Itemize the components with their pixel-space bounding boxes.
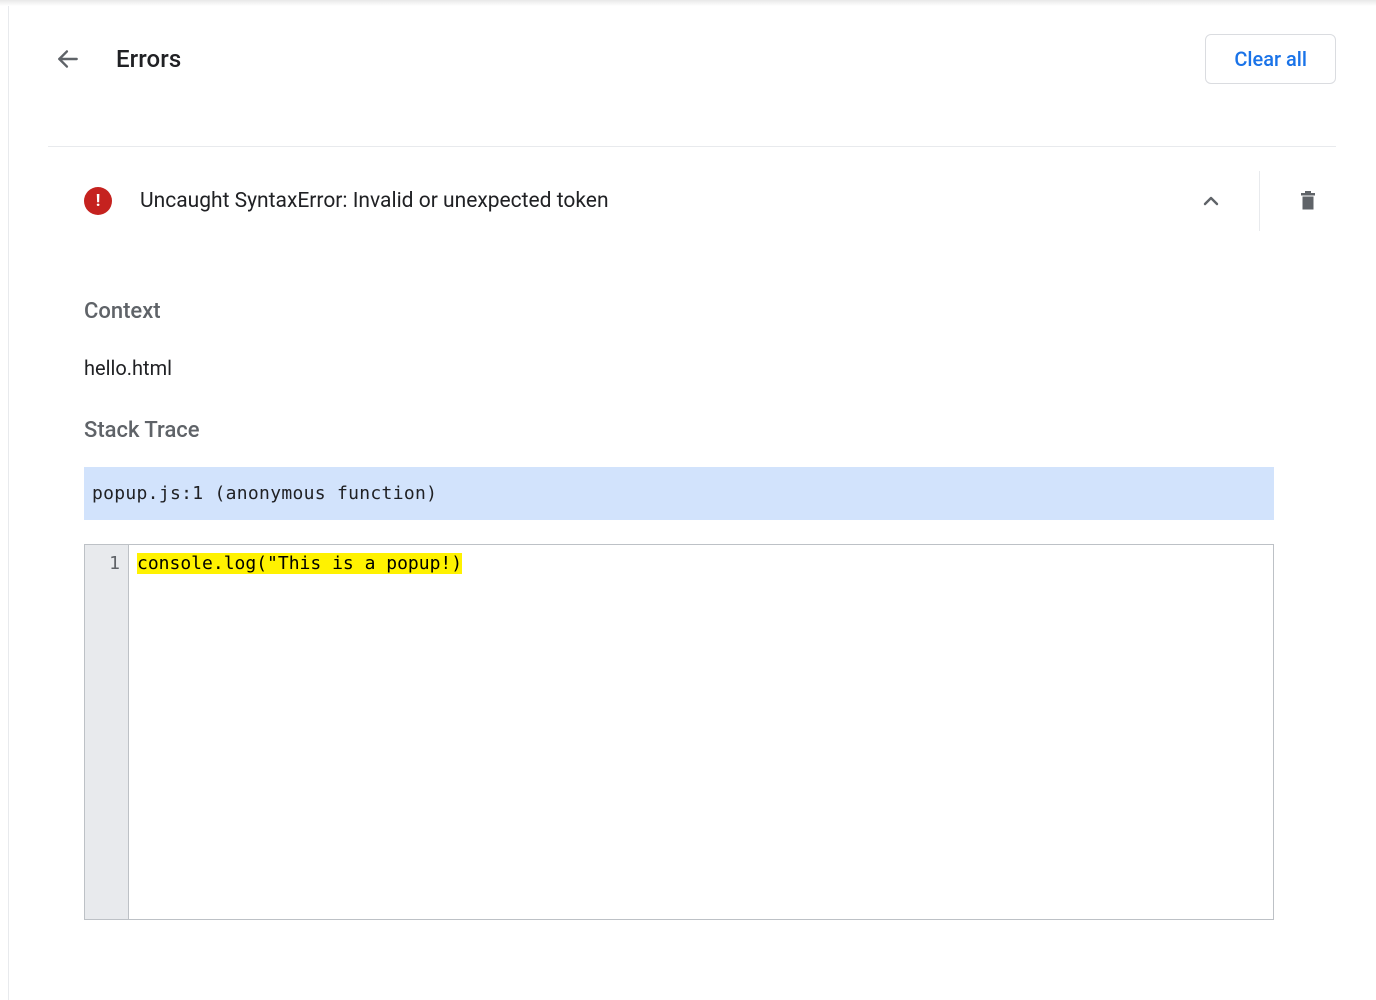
page-title: Errors	[116, 45, 181, 73]
stack-frame[interactable]: popup.js:1 (anonymous function)	[84, 467, 1274, 520]
back-button[interactable]	[48, 39, 88, 79]
error-icon: !	[84, 187, 112, 215]
error-header-row: ! Uncaught SyntaxError: Invalid or unexp…	[48, 147, 1336, 251]
delete-error-button[interactable]	[1280, 173, 1336, 229]
code-line-highlighted: console.log("This is a popup!)	[137, 553, 462, 574]
context-file: hello.html	[48, 324, 1336, 380]
arrow-left-icon	[55, 46, 81, 72]
page-header: Errors Clear all	[48, 6, 1336, 104]
line-number: 1	[85, 553, 120, 574]
code-area: console.log("This is a popup!)	[129, 545, 1273, 919]
errors-page: Errors Clear all ! Uncaught SyntaxError:…	[0, 6, 1376, 920]
code-gutter: 1	[85, 545, 129, 919]
vertical-divider	[1259, 171, 1260, 231]
collapse-button[interactable]	[1183, 173, 1239, 229]
code-viewer: 1 console.log("This is a popup!)	[84, 544, 1274, 920]
stack-trace-heading: Stack Trace	[48, 380, 1336, 467]
chevron-up-icon	[1199, 189, 1223, 213]
error-panel: ! Uncaught SyntaxError: Invalid or unexp…	[48, 146, 1336, 920]
header-left: Errors	[48, 39, 181, 79]
clear-all-button[interactable]: Clear all	[1205, 34, 1336, 84]
error-message: Uncaught SyntaxError: Invalid or unexpec…	[140, 189, 1183, 213]
context-heading: Context	[48, 277, 1336, 324]
trash-icon	[1296, 189, 1320, 213]
